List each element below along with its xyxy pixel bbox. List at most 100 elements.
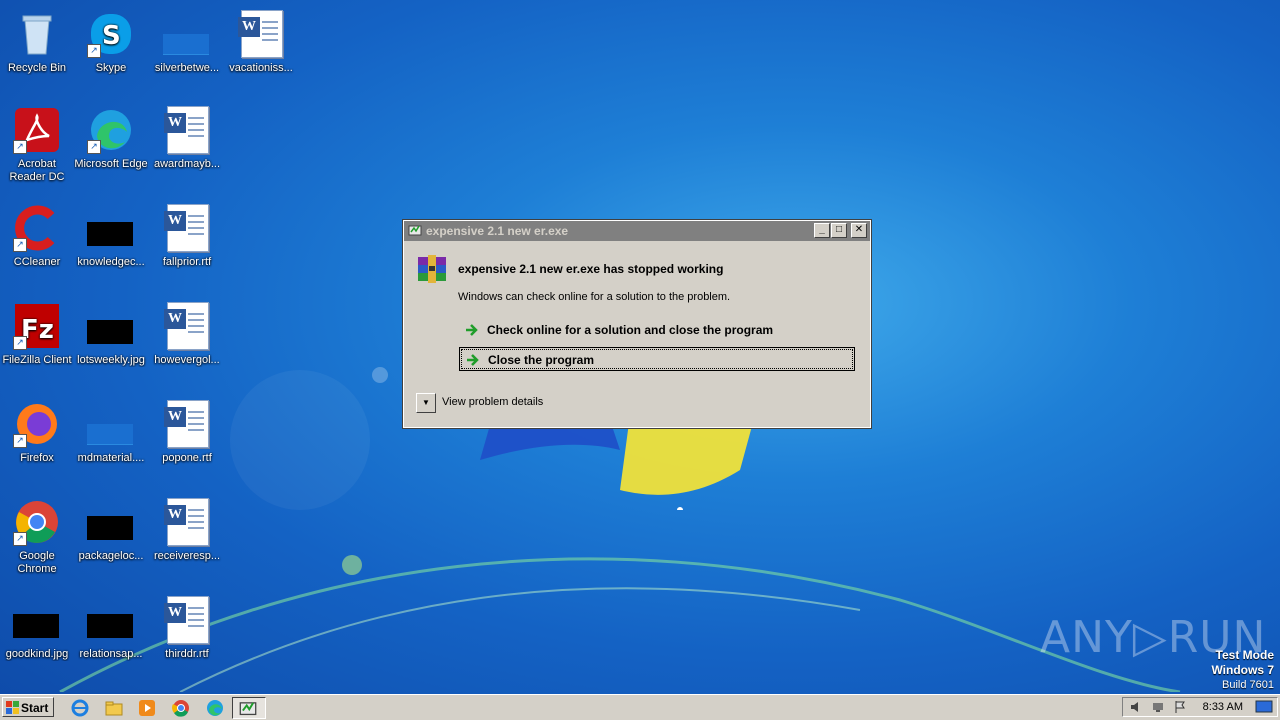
firefox-icon: ↗ (13, 400, 61, 448)
test-mode-line1: Test Mode (1215, 648, 1274, 662)
desktop-icon-recycle-bin[interactable]: Recycle Bin (0, 4, 74, 94)
start-button[interactable]: Start (2, 697, 54, 717)
explorer-icon[interactable] (104, 698, 124, 718)
desktop-icon-chrome[interactable]: ↗ Google Chrome (0, 492, 74, 582)
desktop-icon-filezilla[interactable]: Fz ↗ FileZilla Client (0, 296, 74, 386)
desktop-icon-relationsap[interactable]: relationsap... (74, 590, 148, 680)
icon-label: CCleaner (13, 256, 61, 268)
shortcut-arrow-icon: ↗ (13, 532, 27, 546)
icon-label: Microsoft Edge (74, 158, 148, 170)
desktop-icon-ccleaner[interactable]: ↗ CCleaner (0, 198, 74, 288)
edge-icon: ↗ (87, 106, 135, 154)
recycle-bin-icon (13, 10, 61, 58)
close-button[interactable]: ✕ (851, 223, 867, 238)
desktop-icon-fallprior[interactable]: W fallprior.rtf (150, 198, 224, 288)
show-desktop-icon[interactable] (1255, 700, 1273, 714)
icon-label: packageloc... (78, 550, 144, 562)
volume-icon[interactable] (1129, 700, 1143, 714)
close-program-label: Close the program (488, 353, 595, 367)
shortcut-arrow-icon: ↗ (87, 140, 101, 154)
dialog-titlebar[interactable]: expensive 2.1 new er.exe _ □ ✕ (404, 221, 870, 241)
dialog-title: expensive 2.1 new er.exe (426, 224, 569, 238)
chrome-icon: ↗ (13, 498, 61, 546)
icon-label: fallprior.rtf (162, 256, 212, 268)
icon-label: Skype (95, 62, 127, 74)
thumbnail-blank (163, 34, 209, 55)
clock[interactable]: 8:33 AM (1203, 701, 1243, 713)
icon-label: Firefox (20, 452, 54, 464)
close-program-option[interactable]: Close the program (459, 347, 855, 371)
desktop-icon-receiveresp[interactable]: W receiveresp... (150, 492, 224, 582)
desktop-icon-lotsweekly[interactable]: lotsweekly.jpg (74, 296, 148, 386)
check-online-label: Check online for a solution and close th… (487, 323, 774, 337)
desktop-icon-vacationiss[interactable]: W vacationiss... (224, 4, 298, 94)
desktop-icon-acrobat[interactable]: ↗ Acrobat Reader DC (0, 100, 74, 190)
word-document-icon: W (163, 400, 211, 448)
icon-label: lotsweekly.jpg (77, 354, 145, 366)
system-tray: 8:33 AM (1122, 697, 1278, 717)
icon-label: receiveresp... (153, 550, 221, 562)
skype-icon: S ↗ (87, 10, 135, 58)
icon-label: Google Chrome (17, 550, 57, 575)
word-document-icon: W (163, 106, 211, 154)
check-online-option[interactable]: Check online for a solution and close th… (459, 318, 855, 342)
network-icon[interactable] (1151, 700, 1165, 714)
desktop-icon-packageloc[interactable]: packageloc... (74, 492, 148, 582)
ie-icon[interactable] (70, 698, 90, 718)
dialog-message: Windows can check online for a solution … (458, 291, 731, 303)
image-file-icon (87, 596, 135, 644)
chrome-icon[interactable] (171, 698, 191, 718)
desktop-icon-silverbetwe[interactable]: silverbetwe... (150, 4, 224, 94)
green-arrow-icon (467, 354, 479, 366)
icon-label: howevergol... (154, 354, 220, 366)
desktop-icon-firefox[interactable]: ↗ Firefox (0, 394, 74, 484)
maximize-button[interactable]: □ (831, 223, 847, 238)
desktop-icon-awardmayb[interactable]: W awardmayb... (150, 100, 224, 190)
desktop-icon-knowledgec[interactable]: knowledgec... (74, 198, 148, 288)
taskbar-active-window[interactable] (232, 697, 266, 719)
test-mode-line3: Build 7601 (1222, 679, 1274, 691)
error-report-icon (239, 702, 257, 716)
ccleaner-icon: ↗ (13, 204, 61, 252)
icon-label: awardmayb... (153, 158, 221, 170)
desktop-icon-popone[interactable]: W popone.rtf (150, 394, 224, 484)
action-center-flag-icon[interactable] (1173, 700, 1187, 714)
thumbnail-blank (87, 424, 133, 445)
word-document-icon: W (163, 498, 211, 546)
word-document-icon: W (163, 596, 211, 644)
icon-label: knowledgec... (77, 256, 145, 268)
minimize-button[interactable]: _ (814, 223, 830, 238)
desktop-icon-goodkind[interactable]: goodkind.jpg (0, 590, 74, 680)
icon-label: thirddr.rtf (165, 648, 209, 660)
view-details-toggle[interactable]: ▼ View problem details (416, 393, 544, 413)
desktop-icon-howevergol[interactable]: W howevergol... (150, 296, 224, 386)
icon-label: Acrobat Reader DC (9, 158, 65, 183)
thumbnail-black (87, 516, 133, 540)
acrobat-icon: ↗ (13, 106, 61, 154)
edge-icon[interactable] (205, 698, 225, 718)
shortcut-arrow-icon: ↗ (13, 434, 27, 448)
icon-label: FileZilla Client (2, 354, 72, 366)
icon-label: popone.rtf (162, 452, 212, 464)
thumbnail-black (13, 614, 59, 638)
media-player-icon[interactable] (137, 698, 157, 718)
winrar-icon (418, 255, 446, 283)
chevron-down-icon[interactable]: ▼ (416, 393, 436, 413)
thumbnail-black (87, 614, 133, 638)
word-document-icon: W (163, 204, 211, 252)
icon-label: Recycle Bin (7, 62, 67, 74)
icon-label: relationsap... (79, 648, 143, 660)
shortcut-arrow-icon: ↗ (13, 238, 27, 252)
desktop-icon-skype[interactable]: S ↗ Skype (74, 4, 148, 94)
shortcut-arrow-icon: ↗ (13, 140, 27, 154)
image-file-icon (87, 302, 135, 350)
image-file-icon (87, 400, 135, 448)
desktop-icon-thirddr[interactable]: W thirddr.rtf (150, 590, 224, 680)
green-arrow-icon (466, 324, 478, 336)
image-file-icon (163, 10, 211, 58)
desktop-icon-edge[interactable]: ↗ Microsoft Edge (74, 100, 148, 190)
icon-label: silverbetwe... (154, 62, 220, 74)
view-details-label: View problem details (442, 396, 544, 408)
desktop-icon-mdmaterial[interactable]: mdmaterial.... (74, 394, 148, 484)
image-file-icon (87, 498, 135, 546)
